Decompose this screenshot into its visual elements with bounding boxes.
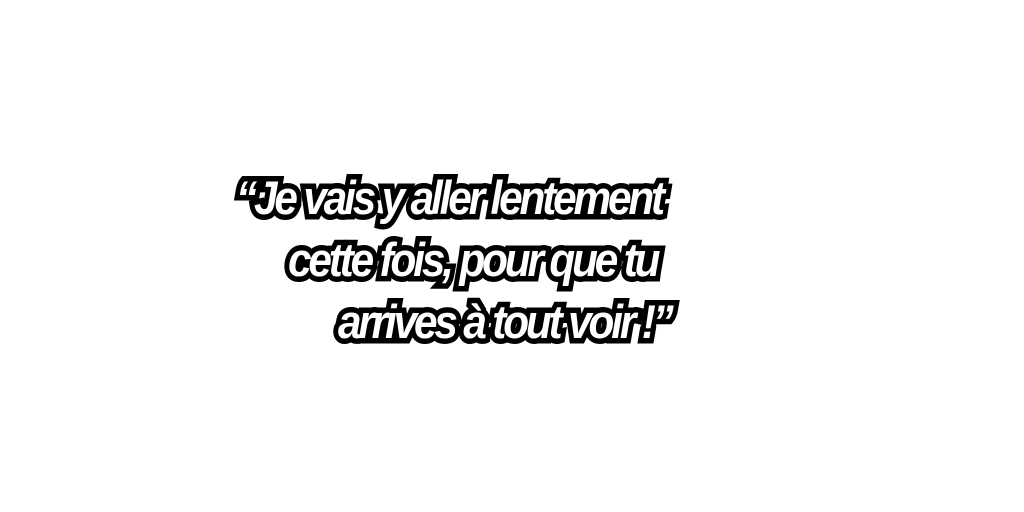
quote-line-1: “Je vais y aller lentement xyxy=(231,166,670,229)
quote-line-2: cette fois, pour que tu xyxy=(283,228,665,291)
canvas: “Je vais y aller lentement cette fois, p… xyxy=(0,0,1024,512)
quote-line-3: arrives à tout voir !” xyxy=(333,290,679,353)
quote-text-block: “Je vais y aller lentement cette fois, p… xyxy=(0,0,1024,512)
